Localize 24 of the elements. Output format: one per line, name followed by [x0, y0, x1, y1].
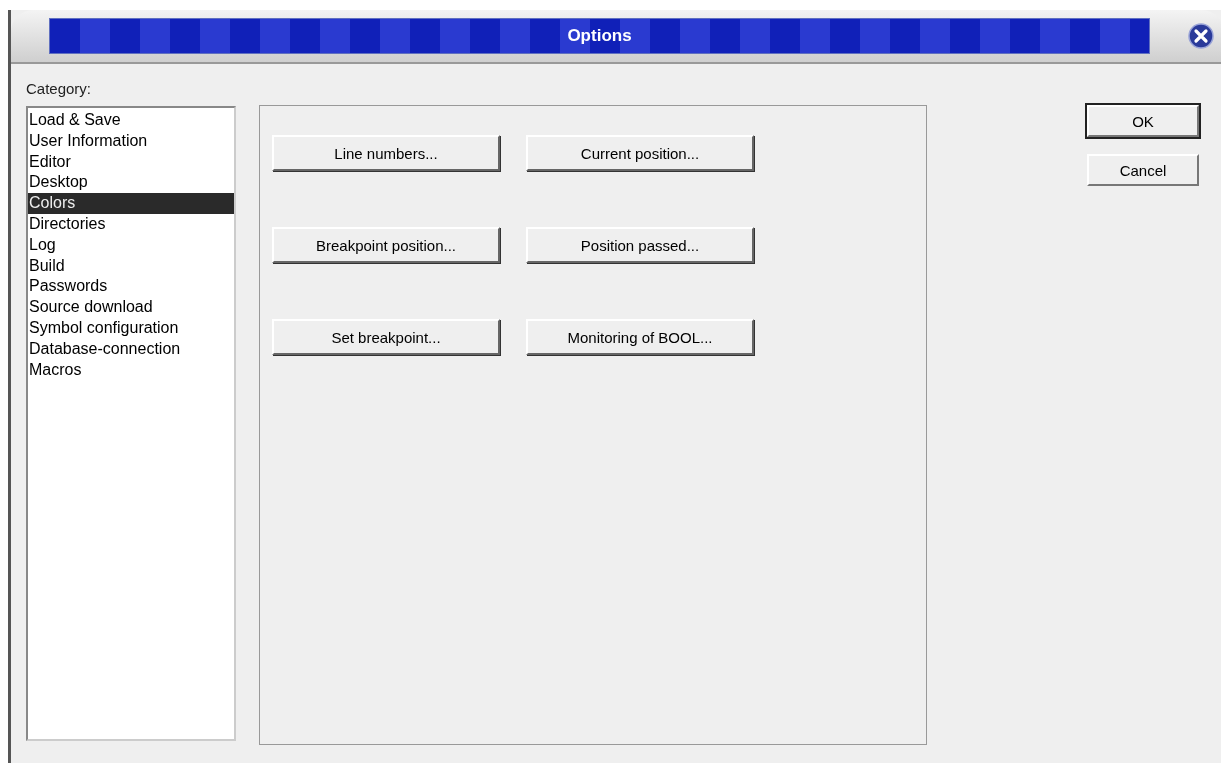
color-button[interactable]: Current position... — [526, 135, 754, 171]
category-item[interactable]: Colors — [28, 193, 234, 214]
category-item[interactable]: Load & Save — [28, 110, 234, 131]
window-title: Options — [567, 26, 632, 46]
category-item[interactable]: Source download — [28, 297, 234, 318]
color-button[interactable]: Position passed... — [526, 227, 754, 263]
category-item[interactable]: Macros — [28, 359, 234, 381]
category-item[interactable]: User Information — [28, 130, 234, 152]
category-item[interactable]: Build — [28, 255, 234, 277]
dialog-button[interactable]: Cancel — [1087, 154, 1199, 186]
dialog-button[interactable]: OK — [1087, 105, 1199, 137]
category-item[interactable]: Passwords — [28, 276, 234, 298]
color-button[interactable]: Set breakpoint... — [272, 319, 500, 355]
category-item[interactable]: Directories — [28, 214, 234, 235]
color-button[interactable]: Monitoring of BOOL... — [526, 319, 754, 355]
category-item[interactable]: Database-connection — [28, 338, 234, 360]
category-item[interactable]: Log — [28, 234, 234, 256]
color-button[interactable]: Line numbers... — [272, 135, 500, 171]
category-item[interactable]: Editor — [28, 151, 234, 173]
color-button[interactable]: Breakpoint position... — [272, 227, 500, 263]
close-icon[interactable] — [1188, 23, 1214, 49]
category-item[interactable]: Symbol configuration — [28, 317, 234, 339]
category-label: Category: — [26, 80, 93, 99]
category-item[interactable]: Desktop — [28, 172, 234, 194]
